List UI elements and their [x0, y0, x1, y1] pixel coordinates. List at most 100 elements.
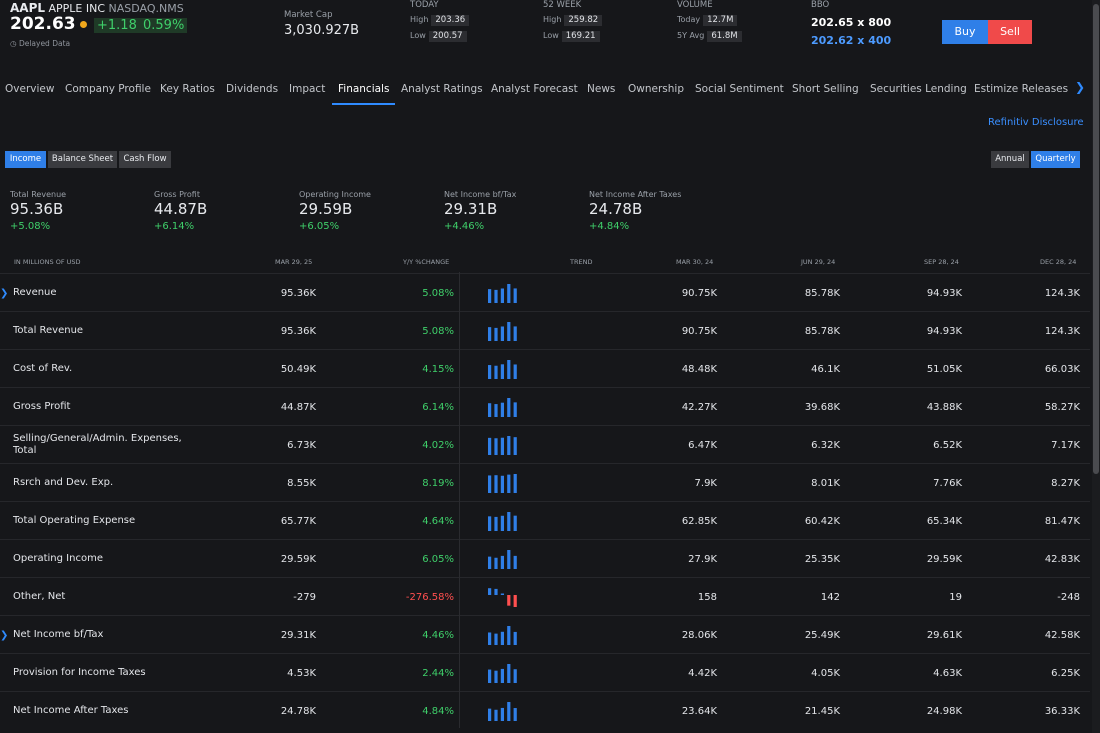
- tab-short-selling[interactable]: Short Selling: [792, 80, 859, 98]
- table-row[interactable]: Other, Net -279 -276.58% 158 142 19 -248: [0, 577, 1090, 616]
- trend-bar: [488, 437, 492, 455]
- quarter-value-q4: 66.03K: [1044, 363, 1080, 375]
- trend-bar: [500, 475, 504, 493]
- row-label: Operating Income: [13, 553, 103, 564]
- summary-label: Operating Income: [299, 190, 371, 199]
- yoy-change: 5.08%: [422, 325, 454, 337]
- clock-icon: ◷: [10, 39, 17, 48]
- period-tab-annual[interactable]: Annual: [991, 151, 1029, 168]
- table-row[interactable]: Selling/General/Admin. Expenses, Total 6.…: [0, 425, 1090, 464]
- tab-company-profile[interactable]: Company Profile: [65, 80, 151, 98]
- trend-bar: [500, 668, 504, 683]
- table-row[interactable]: Total Revenue 95.36K 5.08% 90.75K 85.78K 94.9…: [0, 311, 1090, 350]
- quarter-value-q1: 158: [697, 591, 717, 603]
- symbol-line: AAPL APPLE INC NASDAQ.NMS: [10, 1, 184, 15]
- statement-tab-income[interactable]: Income: [5, 151, 46, 168]
- sell-button[interactable]: Sell: [988, 20, 1032, 44]
- statement-tab-cash-flow[interactable]: Cash Flow: [119, 151, 171, 168]
- trend-bar: [500, 288, 504, 303]
- row-label: Net Income bf/Tax: [13, 629, 104, 640]
- quarter-value-q3: 19: [949, 591, 962, 603]
- scrollbar-thumb[interactable]: [1093, 4, 1099, 474]
- trend-bar: [500, 515, 504, 531]
- quarter-value-q2: 85.78K: [804, 287, 840, 299]
- table-row[interactable]: ❯ Net Income bf/Tax 29.31K 4.46% 28.06K 25.49…: [0, 615, 1090, 654]
- tab-dividends[interactable]: Dividends: [226, 80, 278, 98]
- volume-today-value: 12.7M: [703, 15, 738, 26]
- quarter-value-q1: 62.85K: [681, 515, 717, 527]
- trend-bar: [494, 588, 498, 595]
- trend-bar: [494, 516, 498, 531]
- tab-analyst-forecast[interactable]: Analyst Forecast: [491, 80, 578, 98]
- market-cap-value: 3,030.927B: [284, 23, 360, 38]
- tab-impact[interactable]: Impact: [289, 80, 325, 98]
- table-row[interactable]: Provision for Income Taxes 4.53K 2.44% 4.42…: [0, 653, 1090, 692]
- tab-estimize-releases[interactable]: Estimize Releases: [974, 80, 1068, 98]
- quote-header: AAPL APPLE INC NASDAQ.NMS 202.63 +1.18 0…: [0, 0, 1100, 70]
- table-row[interactable]: Net Income After Taxes 24.78K 4.84% 23.64K 2…: [0, 691, 1090, 730]
- trend-bar: [494, 365, 498, 379]
- period-tab-quarterly[interactable]: Quarterly: [1031, 151, 1080, 168]
- quarter-value-q3: 6.52K: [933, 439, 962, 451]
- table-row[interactable]: Gross Profit 44.87K 6.14% 42.27K 39.68K 43.88…: [0, 387, 1090, 426]
- statement-tab-balance-sheet[interactable]: Balance Sheet: [48, 151, 117, 168]
- trend-bar: [488, 588, 492, 595]
- scrollbar[interactable]: [1092, 0, 1100, 733]
- section-tabs: Overview Company Profile Key Ratios Dividen…: [0, 80, 1100, 106]
- table-row[interactable]: Rsrch and Dev. Exp. 8.55K 8.19% 7.9K 8.01K 7.…: [0, 463, 1090, 502]
- quarter-value-q4: 124.3K: [1044, 287, 1080, 299]
- buy-button[interactable]: Buy: [942, 20, 988, 44]
- row-label: Revenue: [13, 287, 57, 298]
- trend-bar: [494, 327, 498, 341]
- tab-analyst-ratings[interactable]: Analyst Ratings: [401, 80, 483, 98]
- row-label: Rsrch and Dev. Exp.: [13, 477, 114, 488]
- trend-bar: [500, 364, 504, 379]
- trend-bar: [507, 626, 511, 645]
- quarter-value-q4: 8.27K: [1051, 477, 1080, 489]
- table-header: IN MILLIONS OF USD MAR 29, 25 Y/Y %CHANG…: [0, 258, 1090, 272]
- refinitiv-disclosure-link[interactable]: Refinitiv Disclosure: [988, 117, 1084, 128]
- header-units: IN MILLIONS OF USD: [14, 258, 81, 266]
- trend-bar: [507, 550, 511, 569]
- expand-chevron-icon[interactable]: ❯: [0, 616, 8, 654]
- volume-avg-label: 5Y Avg: [677, 31, 705, 40]
- trend-chart: [488, 398, 517, 417]
- header-q3: SEP 28, 24: [924, 258, 959, 266]
- expand-chevron-icon[interactable]: ❯: [0, 274, 8, 312]
- trend-bar: [513, 326, 517, 341]
- table-row[interactable]: Cost of Rev. 50.49K 4.15% 48.48K 46.1K 51.05K…: [0, 349, 1090, 388]
- trend-bar: [488, 403, 492, 417]
- trend-bar: [488, 289, 492, 303]
- quarter-value-q2: 25.49K: [804, 629, 840, 641]
- tab-ownership[interactable]: Ownership: [628, 80, 684, 98]
- quarter-value-q1: 23.64K: [681, 705, 717, 717]
- current-value: 50.49K: [280, 363, 316, 375]
- yoy-change: -276.58%: [405, 591, 454, 603]
- tab-securities-lending[interactable]: Securities Lending: [870, 80, 967, 98]
- trend-bar: [488, 708, 492, 721]
- week52-high: High 259.82: [543, 15, 603, 26]
- tab-financials[interactable]: Financials: [331, 80, 396, 105]
- trend-bar: [513, 402, 517, 417]
- quarter-value-q2: 21.45K: [804, 705, 840, 717]
- trend-bar: [507, 512, 511, 531]
- tabs-scroll-right-icon[interactable]: ❯: [1075, 80, 1085, 94]
- summary-label: Net Income After Taxes: [589, 190, 682, 199]
- table-row[interactable]: ❯ Revenue 95.36K 5.08% 90.75K 85.78K 94.93K 124…: [0, 273, 1090, 312]
- tab-key-ratios[interactable]: Key Ratios: [160, 80, 215, 98]
- summary-pct: +6.14%: [154, 221, 195, 232]
- trend-bar: [500, 631, 504, 645]
- tab-social-sentiment[interactable]: Social Sentiment: [695, 80, 784, 98]
- trend-bar: [500, 555, 504, 569]
- table-row[interactable]: Total Operating Expense 65.77K 4.64% 62.85K…: [0, 501, 1090, 540]
- column-divider: [459, 272, 460, 728]
- summary-value: 29.59B: [299, 200, 353, 218]
- summary-value: 95.36B: [10, 200, 64, 218]
- today-low-value: 200.57: [428, 31, 467, 42]
- table-row[interactable]: Operating Income 29.59K 6.05% 27.9K 25.35K 29…: [0, 539, 1090, 578]
- trend-bar: [494, 557, 498, 569]
- trend-bar: [513, 669, 517, 683]
- tab-overview[interactable]: Overview: [5, 80, 54, 98]
- tab-news[interactable]: News: [587, 80, 615, 98]
- week52-low-label: Low: [543, 31, 559, 40]
